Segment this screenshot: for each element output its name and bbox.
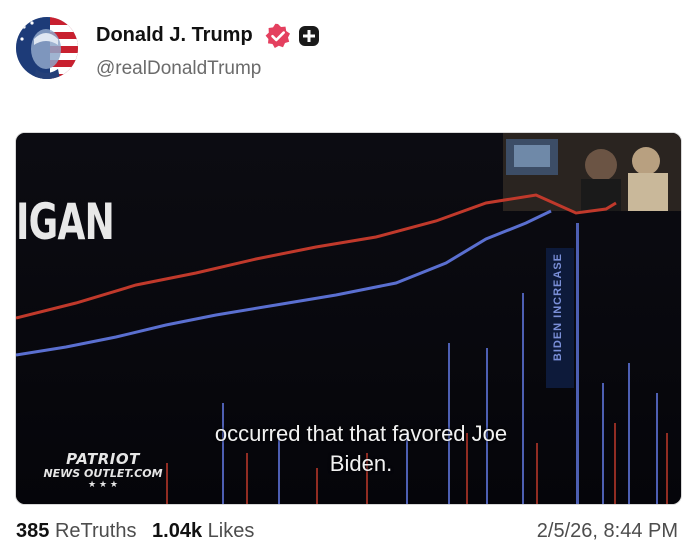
plus-badge-icon bbox=[299, 26, 319, 46]
watermark-line-2: NEWS OUTLET.COM bbox=[43, 467, 163, 480]
verified-check-icon bbox=[265, 23, 290, 48]
vertical-label: BIDEN INCREASE bbox=[552, 253, 564, 362]
post-timestamp[interactable]: 2/5/26, 8:44 PM bbox=[537, 520, 678, 543]
retruths-count[interactable]: 385 bbox=[16, 520, 49, 542]
avatar[interactable] bbox=[16, 17, 78, 79]
watermark-logo: PATRIOT NEWS OUTLET.COM ★ ★ ★ bbox=[38, 451, 168, 490]
state-label: IGAN bbox=[16, 193, 115, 251]
caption-line-1: occurred that that favored Joe bbox=[214, 421, 508, 446]
likes-count[interactable]: 1.04k bbox=[152, 520, 202, 542]
author-name[interactable]: Donald J. Trump bbox=[96, 24, 253, 47]
watermark-line-1: PATRIOT bbox=[66, 450, 140, 468]
author-handle[interactable]: @realDonaldTrump bbox=[96, 58, 261, 80]
watermark-stars: ★ ★ ★ bbox=[88, 480, 118, 490]
avatar-image bbox=[16, 17, 78, 79]
likes-label[interactable]: Likes bbox=[208, 520, 255, 542]
caption-line-2: Biden. bbox=[329, 451, 393, 476]
video-caption: occurred that that favored Joe Biden. bbox=[176, 419, 546, 479]
retruths-label[interactable]: ReTruths bbox=[55, 520, 137, 542]
post-stats: 385 ReTruths 1.04k Likes bbox=[16, 520, 264, 543]
video-player[interactable]: IGAN BIDEN INCREASE occurred that that f… bbox=[15, 132, 682, 505]
